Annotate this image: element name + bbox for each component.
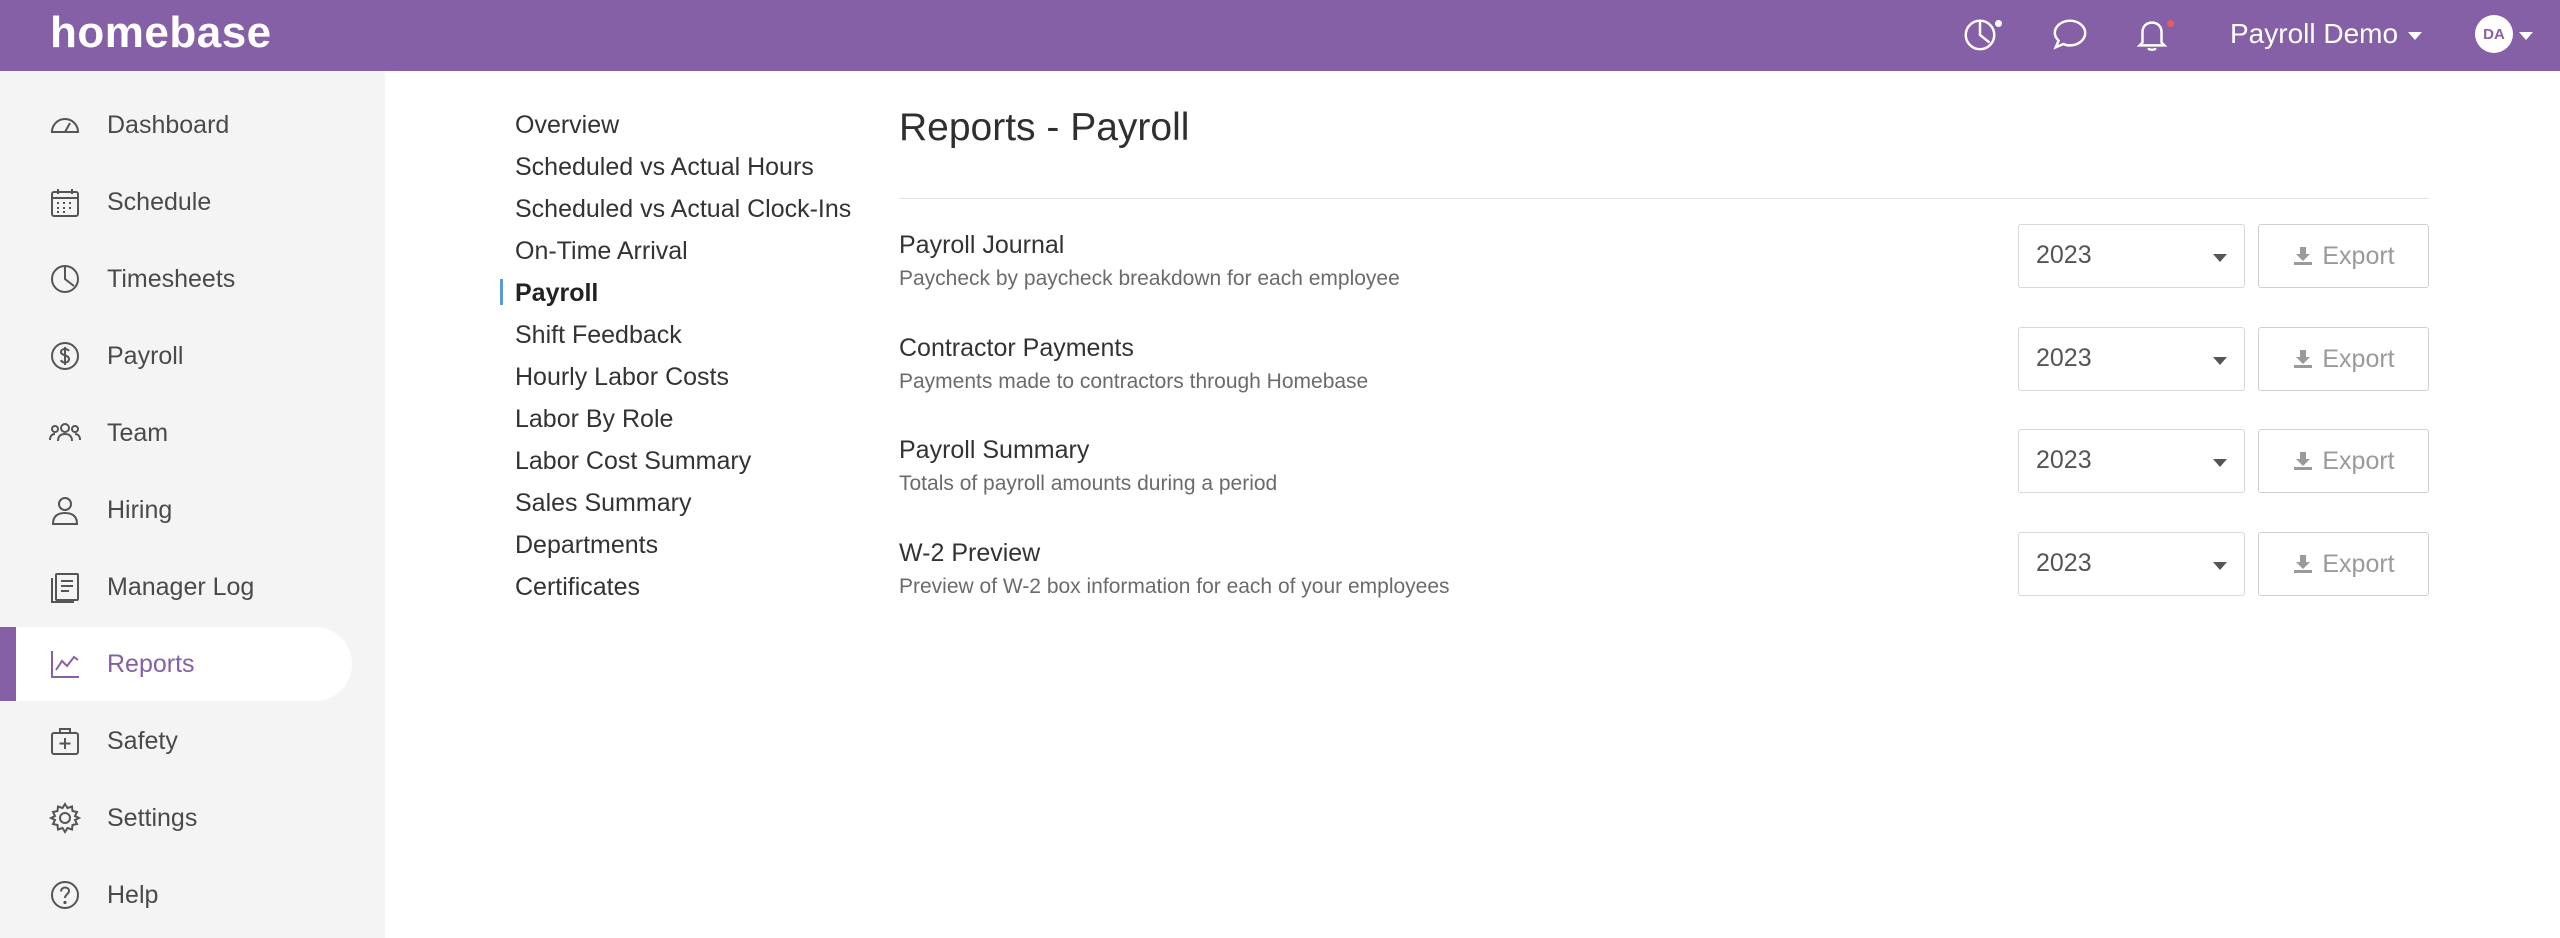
bell-notification-dot <box>2167 20 2174 27</box>
sidebar-item-payroll[interactable]: Payroll <box>0 319 352 393</box>
year-select[interactable]: 2023 <box>2018 224 2245 288</box>
sidebar: Dashboard Schedule Timesheets Payroll Te… <box>0 71 385 938</box>
chevron-down-icon <box>2213 459 2227 467</box>
subnav-item-scheduled-vs-actual-clock-ins[interactable]: Scheduled vs Actual Clock-Ins <box>515 195 851 224</box>
divider <box>899 198 2429 199</box>
export-label: Export <box>2322 241 2395 270</box>
subnav-item-payroll[interactable]: Payroll <box>515 279 598 308</box>
sidebar-item-label: Settings <box>107 803 198 832</box>
year-select-value: 2023 <box>2036 446 2092 474</box>
sidebar-item-label: Dashboard <box>107 110 230 139</box>
help-icon <box>48 878 82 912</box>
chat-icon[interactable] <box>2048 12 2092 56</box>
year-select-value: 2023 <box>2036 549 2092 577</box>
export-label: Export <box>2322 549 2395 578</box>
chevron-down-icon <box>2213 562 2227 570</box>
sidebar-item-manager-log[interactable]: Manager Log <box>0 550 352 624</box>
year-select[interactable]: 2023 <box>2018 327 2245 391</box>
sidebar-item-settings[interactable]: Settings <box>0 781 352 855</box>
year-select[interactable]: 2023 <box>2018 429 2245 493</box>
sidebar-item-dashboard[interactable]: Dashboard <box>0 88 352 162</box>
chevron-down-icon <box>2213 254 2227 262</box>
top-bar: homebase Payroll Demo DA <box>0 0 2560 71</box>
export-button[interactable]: Export <box>2258 224 2429 288</box>
first-aid-icon <box>48 724 82 758</box>
chevron-down-icon <box>2408 32 2423 40</box>
sidebar-item-hiring[interactable]: Hiring <box>0 473 352 547</box>
report-row-contractor-payments: Contractor Payments Payments made to con… <box>899 327 2429 404</box>
subnav-item-labor-cost-summary[interactable]: Labor Cost Summary <box>515 447 751 476</box>
report-title: Payroll Journal <box>899 231 1065 259</box>
log-book-icon <box>48 570 82 604</box>
page-title: Reports - Payroll <box>899 106 1190 149</box>
sidebar-item-reports[interactable]: Reports <box>0 627 352 701</box>
report-description: Preview of W-2 box information for each … <box>899 575 1450 598</box>
homebase-logo[interactable]: homebase <box>50 8 272 58</box>
report-title: W-2 Preview <box>899 539 1041 567</box>
sidebar-item-label: Team <box>107 418 169 447</box>
download-icon <box>2292 348 2314 370</box>
export-button[interactable]: Export <box>2258 532 2429 596</box>
calendar-icon <box>48 185 82 219</box>
avatar: DA <box>2475 15 2513 53</box>
year-select[interactable]: 2023 <box>2018 532 2245 596</box>
report-description: Totals of payroll amounts during a perio… <box>899 472 1278 495</box>
report-title: Contractor Payments <box>899 334 1134 362</box>
subnav-item-certificates[interactable]: Certificates <box>515 573 640 602</box>
download-icon <box>2292 450 2314 472</box>
sidebar-item-label: Reports <box>107 649 195 678</box>
subnav-item-departments[interactable]: Departments <box>515 531 658 560</box>
year-select-value: 2023 <box>2036 344 2092 372</box>
chart-icon <box>48 647 82 681</box>
download-icon <box>2292 553 2314 575</box>
report-description: Paycheck by paycheck breakdown for each … <box>899 267 1400 290</box>
report-row-payroll-summary: Payroll Summary Totals of payroll amount… <box>899 429 2429 506</box>
export-button[interactable]: Export <box>2258 429 2429 493</box>
report-description: Payments made to contractors through Hom… <box>899 370 1369 393</box>
report-row-w2-preview: W-2 Preview Preview of W-2 box informati… <box>899 532 2429 609</box>
timeclock-notification-dot <box>1995 20 2002 27</box>
year-select-value: 2023 <box>2036 241 2092 269</box>
sidebar-item-label: Safety <box>107 726 178 755</box>
clock-icon <box>48 262 82 296</box>
sidebar-item-schedule[interactable]: Schedule <box>0 165 352 239</box>
team-icon <box>48 416 82 450</box>
sidebar-item-safety[interactable]: Safety <box>0 704 352 778</box>
avatar-menu[interactable]: DA <box>2475 15 2533 53</box>
chevron-down-icon <box>2213 357 2227 365</box>
timeclock-icon[interactable] <box>1958 12 2002 56</box>
chevron-down-icon <box>2519 32 2533 40</box>
sidebar-item-label: Manager Log <box>107 572 255 601</box>
subnav-item-sales-summary[interactable]: Sales Summary <box>515 489 691 518</box>
user-menu-button[interactable]: Payroll Demo <box>2230 14 2423 54</box>
user-menu-label: Payroll Demo <box>2230 18 2399 49</box>
sidebar-item-label: Help <box>107 880 159 909</box>
subnav-item-overview[interactable]: Overview <box>515 111 619 140</box>
subnav-item-labor-by-role[interactable]: Labor By Role <box>515 405 673 434</box>
sidebar-item-label: Payroll <box>107 341 184 370</box>
gear-icon <box>48 801 82 835</box>
dollar-icon <box>48 339 82 373</box>
subnav-item-on-time-arrival[interactable]: On-Time Arrival <box>515 237 688 266</box>
sidebar-item-help[interactable]: Help <box>0 858 352 932</box>
subnav-item-hourly-labor-costs[interactable]: Hourly Labor Costs <box>515 363 729 392</box>
subnav-item-shift-feedback[interactable]: Shift Feedback <box>515 321 682 350</box>
bell-icon[interactable] <box>2130 12 2174 56</box>
sidebar-item-team[interactable]: Team <box>0 396 352 470</box>
sidebar-item-label: Schedule <box>107 187 212 216</box>
export-label: Export <box>2322 446 2395 475</box>
active-indicator <box>500 279 503 305</box>
sidebar-item-label: Hiring <box>107 495 173 524</box>
sidebar-item-timesheets[interactable]: Timesheets <box>0 242 352 316</box>
subnav-item-scheduled-vs-actual-hours[interactable]: Scheduled vs Actual Hours <box>515 153 814 182</box>
report-row-payroll-journal: Payroll Journal Paycheck by paycheck bre… <box>899 224 2429 301</box>
dashboard-icon <box>48 108 82 142</box>
sidebar-item-label: Timesheets <box>107 264 236 293</box>
download-icon <box>2292 245 2314 267</box>
report-title: Payroll Summary <box>899 436 1090 464</box>
person-icon <box>48 493 82 527</box>
export-label: Export <box>2322 344 2395 373</box>
export-button[interactable]: Export <box>2258 327 2429 391</box>
